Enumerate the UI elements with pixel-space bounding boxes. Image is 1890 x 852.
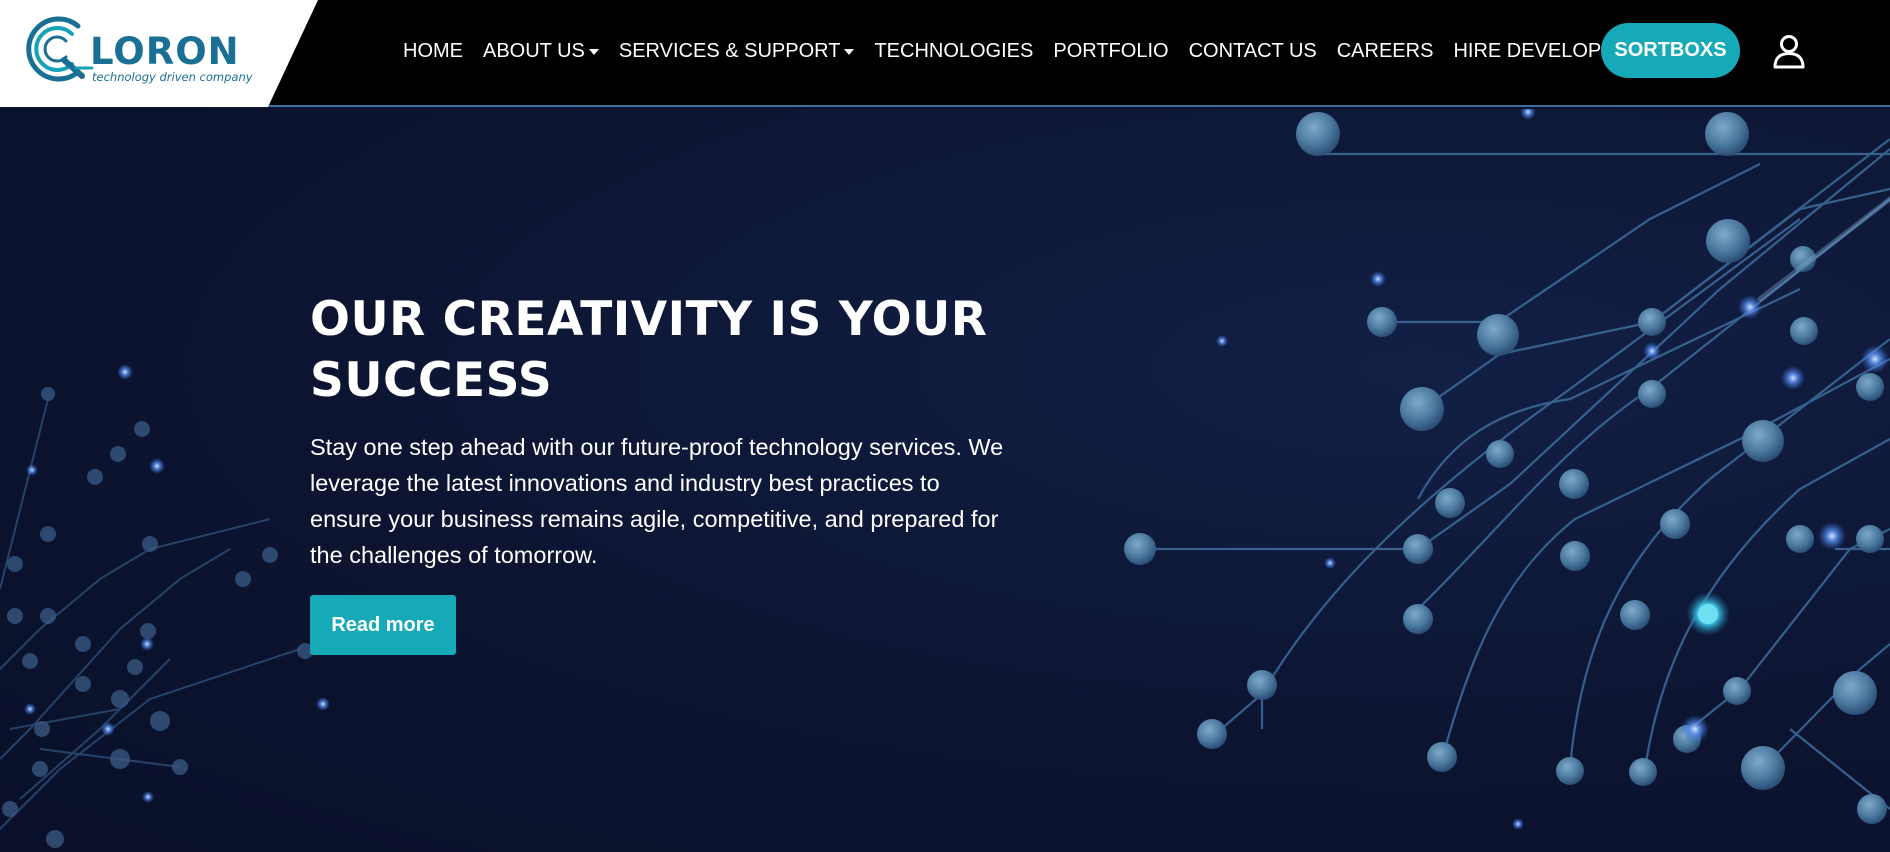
read-more-button[interactable]: Read more (310, 595, 456, 655)
nav-label: CONTACT US (1188, 40, 1317, 62)
nav-item-services-support[interactable]: SERVICES & SUPPORT (609, 41, 865, 61)
user-icon[interactable] (1771, 33, 1807, 69)
sortboxs-button[interactable]: SORTBOXS (1601, 23, 1740, 78)
logo[interactable]: LORON technology driven company (0, 0, 318, 107)
nav-label: HOME (403, 40, 463, 62)
nav-item-careers[interactable]: CAREERS (1327, 41, 1444, 61)
nav-label: ABOUT US (483, 40, 585, 62)
main-nav-menu: HOME ABOUT US SERVICES & SUPPORT TECHNOL… (403, 0, 1652, 102)
nav-item-about-us[interactable]: ABOUT US (473, 41, 609, 61)
logo-wordmark: LORON (90, 30, 240, 73)
nav-item-portfolio[interactable]: PORTFOLIO (1043, 41, 1178, 61)
nav-item-contact-us[interactable]: CONTACT US (1179, 41, 1327, 61)
nav-label: PORTFOLIO (1053, 40, 1169, 62)
top-navbar: LORON technology driven company HOME ABO… (0, 0, 1890, 107)
hero-section: OUR CREATIVITY IS YOUR SUCCESS Stay one … (0, 109, 1890, 852)
hero-description: Stay one step ahead with our future-proo… (310, 434, 1004, 568)
nav-item-technologies[interactable]: TECHNOLOGIES (864, 41, 1043, 61)
nav-label: TECHNOLOGIES (874, 40, 1034, 62)
logo-tagline: technology driven company (92, 70, 253, 84)
nav-label: SERVICES & SUPPORT (618, 40, 841, 62)
hero-title: OUR CREATIVITY IS YOUR SUCCESS (310, 292, 988, 408)
nav-item-home[interactable]: HOME (403, 41, 473, 61)
hero-content: OUR CREATIVITY IS YOUR SUCCESS Stay one … (310, 289, 1030, 655)
chevron-down-icon (844, 49, 855, 55)
chevron-down-icon (588, 49, 599, 55)
nav-label: CAREERS (1336, 40, 1434, 62)
